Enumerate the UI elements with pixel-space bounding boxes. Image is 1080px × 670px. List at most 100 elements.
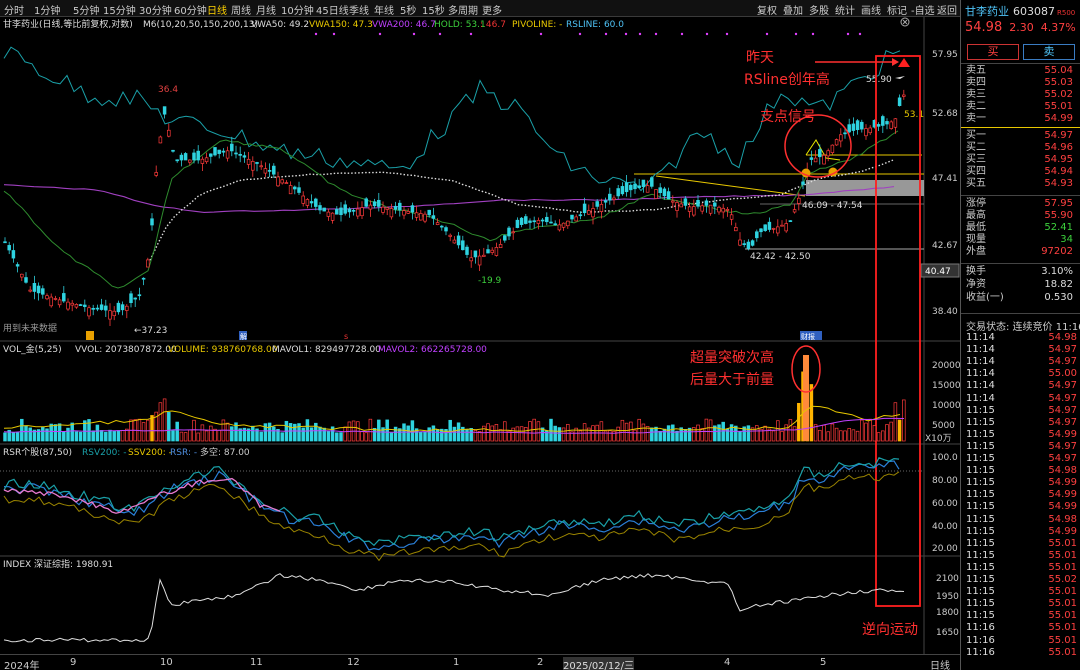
- candle-body: [608, 193, 612, 201]
- candle-body: [385, 207, 389, 210]
- candle-body: [679, 203, 683, 208]
- candle-body: [616, 188, 620, 197]
- candle-body: [267, 170, 272, 172]
- period-tab[interactable]: 1分钟: [34, 2, 60, 17]
- candle-body: [515, 219, 520, 228]
- candle-body: [137, 294, 142, 297]
- toolbar-button[interactable]: 返回: [937, 2, 957, 17]
- candle-body: [309, 201, 314, 204]
- arrow-right-icon: [892, 58, 899, 66]
- volume-bar: [280, 432, 284, 442]
- candle-body: [868, 127, 872, 134]
- candle-body: [746, 241, 751, 249]
- volume-bar: [650, 427, 654, 442]
- toolbar-button[interactable]: 标记: [887, 2, 907, 17]
- volume-bar: [818, 429, 822, 442]
- volume-bar: [608, 430, 612, 442]
- candle-body: [566, 220, 570, 227]
- candle-body: [620, 186, 625, 195]
- volume-bar: [448, 419, 452, 442]
- volume-bar: [393, 426, 398, 442]
- tick-row: 11:15 54.97: [966, 416, 1077, 428]
- candle-body: [158, 136, 163, 144]
- period-toolbar: 分时 1分钟 5分钟 15分钟 30分钟 60分钟 日线 周线 月线 10分钟 …: [0, 0, 960, 17]
- volume-bar: [3, 432, 7, 442]
- toolbar-button[interactable]: 叠加: [783, 2, 803, 17]
- volume-bar: [490, 425, 494, 442]
- volume-bar: [549, 418, 553, 442]
- close-circle-icon[interactable]: [900, 17, 910, 27]
- volume-bar: [872, 425, 877, 442]
- volume-bar: [120, 429, 125, 442]
- candle-body: [818, 149, 822, 158]
- volume-bar: [45, 428, 49, 442]
- period-tab[interactable]: 周线: [231, 2, 251, 17]
- trend-line: [655, 175, 806, 197]
- toolbar-button[interactable]: 多股: [809, 2, 829, 17]
- volume-bar: [582, 423, 587, 442]
- vwa150-legend: VWA150: 47.3: [309, 20, 373, 30]
- event-marker-icon[interactable]: [86, 331, 94, 340]
- range-upper-label: 46.09 - 47.54: [802, 201, 863, 211]
- candle-body: [477, 255, 482, 266]
- index-axis-tick: 1650: [936, 628, 959, 638]
- buy-button[interactable]: 买: [967, 44, 1019, 60]
- annotation-yesterday: 昨天: [746, 50, 774, 66]
- period-tab[interactable]: 30分钟: [139, 2, 172, 17]
- candle-body: [318, 205, 322, 211]
- volume-bar: [902, 399, 906, 442]
- candle-body: [204, 157, 209, 163]
- volume-bar: [49, 423, 53, 442]
- volume-bar: [200, 424, 205, 442]
- toolbar-button[interactable]: -自选: [911, 2, 935, 17]
- candle-body: [419, 213, 423, 221]
- toolbar-button[interactable]: 统计: [835, 2, 855, 17]
- candle-body: [196, 150, 200, 161]
- candle-body: [637, 185, 641, 189]
- candle-body: [645, 185, 650, 193]
- period-tab[interactable]: 多周期: [448, 2, 478, 17]
- volume-bar: [662, 428, 667, 442]
- candle-body: [511, 231, 515, 234]
- volume-bar: [78, 431, 83, 442]
- volume-bar: [566, 424, 570, 442]
- period-tab[interactable]: 分时: [4, 2, 24, 17]
- toolbar-button[interactable]: 画线: [861, 2, 881, 17]
- candle-body: [129, 293, 133, 304]
- period-tab-active[interactable]: 日线: [207, 2, 227, 17]
- candle-body: [843, 132, 847, 135]
- toolbar-button[interactable]: 复权: [757, 2, 777, 17]
- sell-button[interactable]: 卖: [1023, 44, 1075, 60]
- volume-bar: [797, 402, 801, 442]
- volume-bar: [183, 432, 188, 442]
- volume-bar: [116, 430, 121, 442]
- mavol1-legend: MAVOL1: 829497728.00: [272, 345, 381, 355]
- period-tab[interactable]: 15分钟: [103, 2, 136, 17]
- time-axis: 2024年 9 10 11 12 1 2 2025/02/12/三 4 5 日线: [0, 654, 960, 670]
- tick-row: 11:15 55.01: [966, 549, 1077, 561]
- candle-body: [469, 257, 473, 262]
- candle-body: [20, 273, 24, 278]
- price-axis-tick: 42.67: [932, 241, 958, 251]
- candle-body: [15, 264, 20, 267]
- candle-body: [671, 200, 675, 203]
- period-tab[interactable]: 月线: [256, 2, 276, 17]
- volume-bar: [599, 421, 604, 442]
- bid-row: 买一 54.97: [966, 130, 1073, 141]
- period-tab[interactable]: 5秒: [400, 2, 416, 17]
- volume-bar: [95, 424, 100, 442]
- period-tab[interactable]: 年线: [374, 2, 394, 17]
- candle-body: [272, 165, 276, 175]
- period-tab[interactable]: 45日线: [316, 2, 349, 17]
- period-tab[interactable]: 5分钟: [73, 2, 99, 17]
- time-axis-label: 2024年: [4, 661, 40, 670]
- period-tab[interactable]: 10分钟: [281, 2, 314, 17]
- volume-bar: [108, 429, 112, 442]
- period-tab[interactable]: 更多: [482, 2, 502, 17]
- period-tab[interactable]: 60分钟: [174, 2, 207, 17]
- price-change-pct: 4.37%: [1040, 21, 1076, 34]
- period-tab[interactable]: 季线: [349, 2, 369, 17]
- volume-bar: [885, 424, 889, 442]
- period-tab[interactable]: 15秒: [422, 2, 445, 17]
- volume-bar: [192, 419, 196, 442]
